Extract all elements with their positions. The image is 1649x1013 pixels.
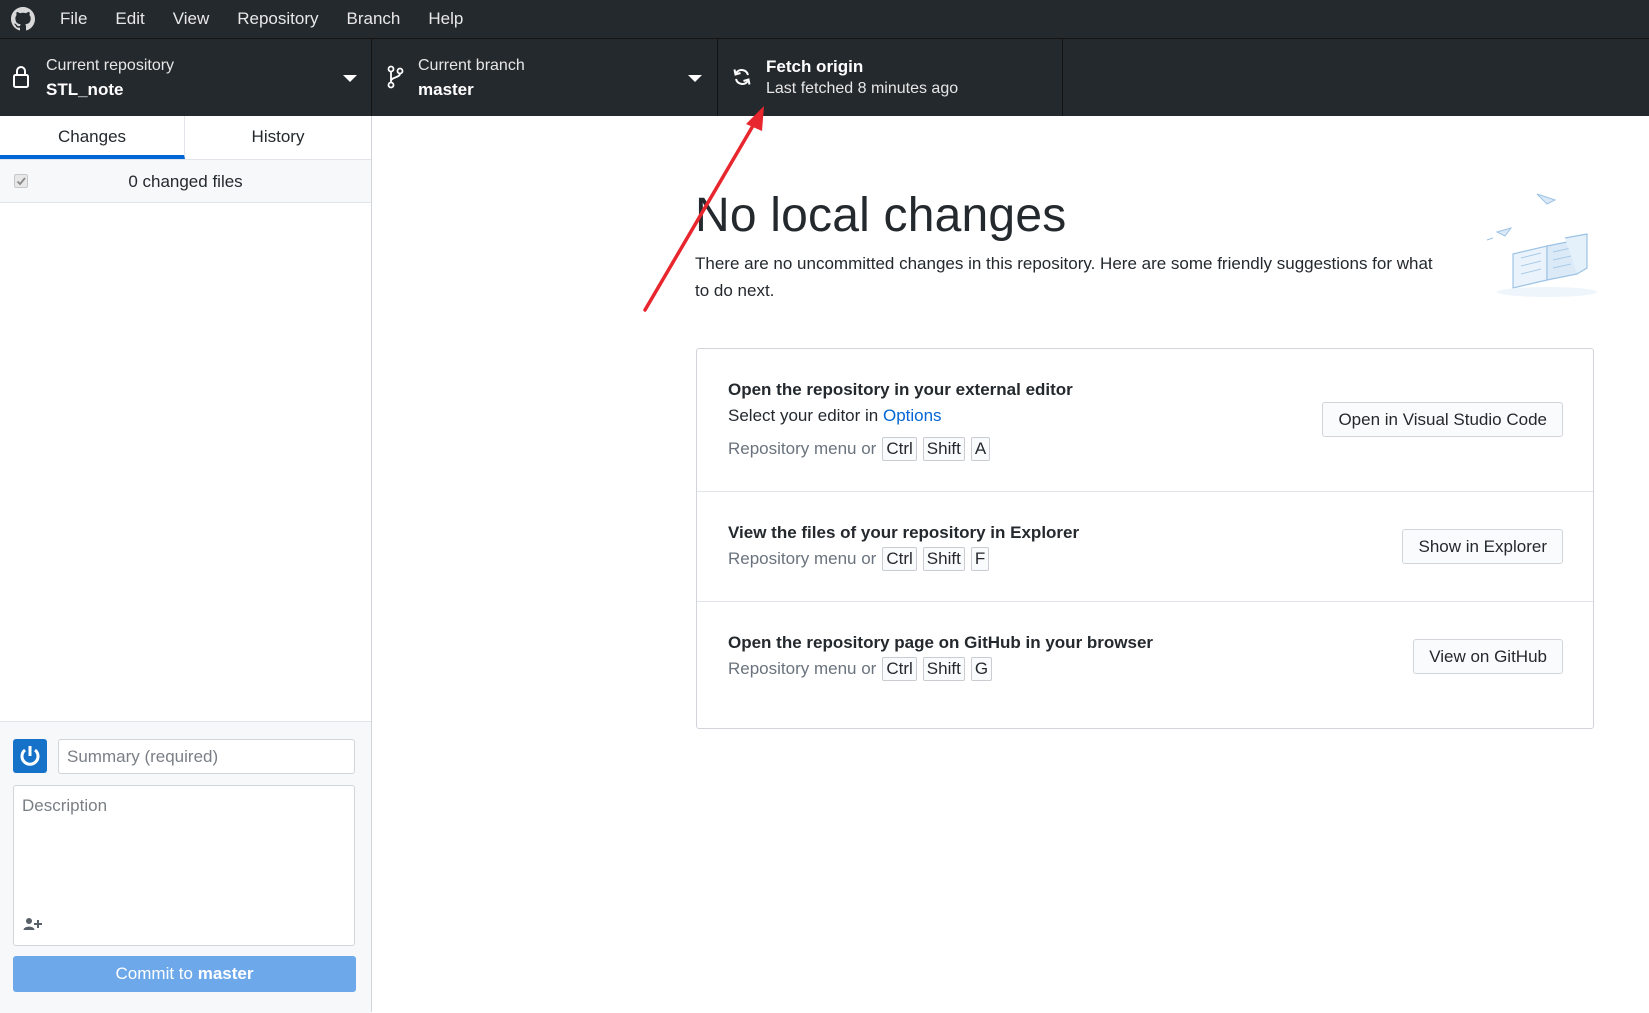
kbd-shift: Shift: [922, 547, 965, 571]
fetch-origin-button[interactable]: Fetch origin Last fetched 8 minutes ago: [718, 39, 1063, 116]
kbd-key: F: [970, 547, 990, 571]
empty-state-illustration-icon: [1486, 193, 1597, 297]
page-description: There are no uncommitted changes in this…: [695, 254, 1433, 300]
shortcut-hint: Repository menu or Ctrl Shift G: [728, 657, 993, 681]
kbd-key: G: [970, 657, 993, 681]
current-repository-dropdown[interactable]: Current repository STL_note: [0, 39, 372, 116]
menu-bar: File Edit View Repository Branch Help: [0, 0, 1649, 38]
current-repository-label: Current repository: [46, 57, 175, 74]
sidebar-tabs: Changes History: [0, 116, 371, 160]
kbd-shift: Shift: [922, 657, 965, 681]
suggestion-subtitle: Select your editor in Options: [728, 406, 942, 426]
sync-icon: [732, 67, 752, 92]
summary-input[interactable]: [58, 739, 355, 774]
tab-history[interactable]: History: [185, 116, 371, 159]
kbd-key: A: [970, 437, 991, 461]
toolbar: Current repository STL_note Current bran…: [0, 38, 1649, 116]
description-box: [13, 785, 355, 946]
kbd-ctrl: Ctrl: [882, 437, 917, 461]
chevron-down-icon: [688, 75, 702, 82]
suggestion-subtitle-text: Select your editor in: [728, 406, 883, 425]
github-logo-icon: [0, 0, 46, 38]
add-coauthor-icon[interactable]: [23, 916, 43, 932]
menu-edit[interactable]: Edit: [101, 0, 158, 38]
branch-icon: [386, 65, 404, 94]
changed-files-count: 0 changed files: [128, 172, 243, 191]
shortcut-hint: Repository menu or Ctrl Shift A: [728, 437, 991, 461]
description-input[interactable]: [14, 786, 354, 906]
commit-button-branch: master: [197, 964, 254, 983]
menu-view[interactable]: View: [159, 0, 224, 38]
suggestion-title: Open the repository page on GitHub in yo…: [728, 633, 1154, 652]
last-fetched-status: Last fetched 8 minutes ago: [766, 80, 959, 97]
fetch-origin-label: Fetch origin: [766, 57, 864, 76]
commit-button-prefix: Commit to: [115, 964, 198, 983]
suggestion-title: Open the repository in your external edi…: [728, 380, 1073, 399]
menu-help[interactable]: Help: [414, 0, 477, 38]
suggestion-view-github: Open the repository page on GitHub in yo…: [697, 602, 1593, 728]
commit-button[interactable]: Commit to master: [13, 956, 356, 992]
sidebar: Changes History 0 changed files Commit t…: [0, 116, 372, 1013]
shortcut-hint: Repository menu or Ctrl Shift F: [728, 547, 990, 571]
view-on-github-button[interactable]: View on GitHub: [1413, 639, 1563, 674]
lock-icon: [12, 65, 30, 94]
kbd-ctrl: Ctrl: [882, 657, 917, 681]
suggestion-open-editor: Open the repository in your external edi…: [697, 349, 1593, 492]
suggestions-panel: Open the repository in your external edi…: [696, 348, 1594, 729]
shortcut-prefix: Repository menu or: [728, 549, 877, 568]
menu-file[interactable]: File: [46, 0, 101, 38]
current-branch-label: Current branch: [418, 57, 525, 74]
chevron-down-icon: [343, 75, 357, 82]
suggestion-show-explorer: View the files of your repository in Exp…: [697, 492, 1593, 602]
menu-repository[interactable]: Repository: [223, 0, 332, 38]
show-in-explorer-button[interactable]: Show in Explorer: [1402, 529, 1563, 564]
changes-list-header: 0 changed files: [0, 160, 371, 203]
tab-changes[interactable]: Changes: [0, 116, 185, 159]
kbd-ctrl: Ctrl: [882, 547, 917, 571]
shortcut-prefix: Repository menu or: [728, 659, 877, 678]
current-branch-dropdown[interactable]: Current branch master: [372, 39, 718, 116]
open-in-editor-button[interactable]: Open in Visual Studio Code: [1322, 402, 1563, 437]
avatar: [13, 739, 47, 773]
current-repository-name: STL_note: [46, 80, 124, 99]
current-branch-name: master: [418, 80, 474, 99]
page-title: No local changes: [695, 189, 1067, 242]
commit-form: Commit to master: [0, 721, 371, 1013]
suggestion-title: View the files of your repository in Exp…: [728, 523, 1080, 542]
kbd-shift: Shift: [922, 437, 965, 461]
options-link[interactable]: Options: [883, 406, 942, 425]
menu-branch[interactable]: Branch: [333, 0, 415, 38]
shortcut-prefix: Repository menu or: [728, 439, 877, 458]
